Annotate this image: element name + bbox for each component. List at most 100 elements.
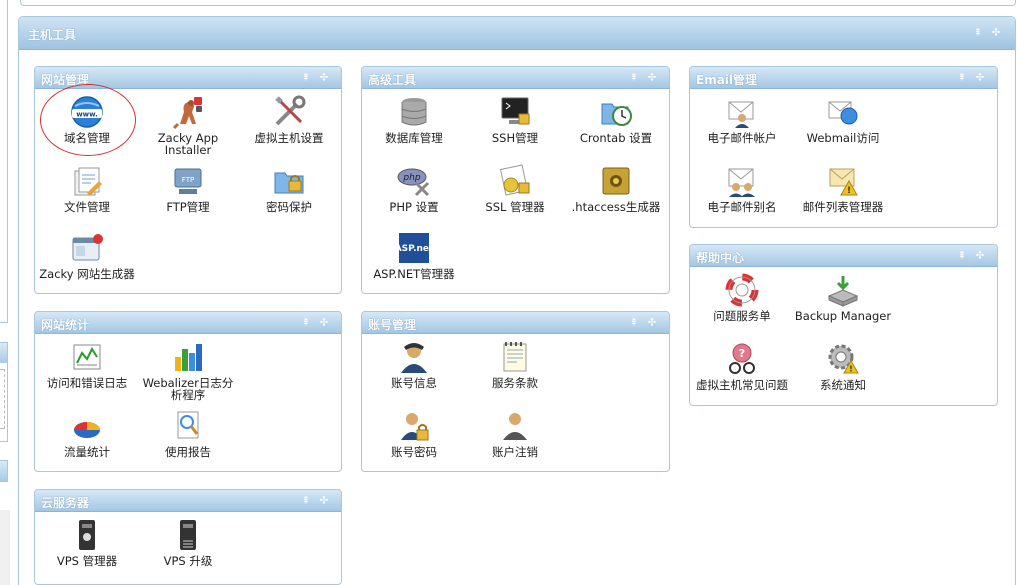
svg-text:php: php xyxy=(402,173,420,183)
item-label: Crontab 设置 xyxy=(579,131,653,145)
access-error-logs-button[interactable]: 访问和错误日志 xyxy=(36,339,138,389)
move-icon[interactable]: ✣ xyxy=(317,317,331,328)
htaccess-generator-button[interactable]: .htaccess生成器 xyxy=(565,163,667,213)
zacky-app-installer-button[interactable]: Zacky App Installer xyxy=(137,94,239,156)
move-icon[interactable]: ✣ xyxy=(973,72,987,83)
item-label: SSH管理 xyxy=(491,131,539,145)
vps-manager-button[interactable]: VPS 管理器 xyxy=(36,517,138,567)
ssl-manager-button[interactable]: SSL 管理器 xyxy=(464,163,566,213)
email-accounts-button[interactable]: 电子邮件帐户 xyxy=(691,94,793,144)
account-password-button[interactable]: 账号密码 xyxy=(363,408,465,458)
panel-advanced-tools: 高级工具 ⇞ ✣ 数据库管理 SSH管理 Crontab 设置 php PHP … xyxy=(361,66,670,294)
safe-icon xyxy=(602,167,630,195)
account-info-button[interactable]: 账号信息 xyxy=(363,339,465,389)
vps-server-icon xyxy=(79,520,95,550)
ssh-management-button[interactable]: SSH管理 xyxy=(464,94,566,144)
logs-chart-icon xyxy=(73,344,101,370)
mailing-list-manager-button[interactable]: ! 邮件列表管理器 xyxy=(792,163,894,213)
item-label: .htaccess生成器 xyxy=(571,200,661,214)
host-tools-header: 主机工具 ⇞ ✣ xyxy=(19,17,1015,50)
item-label: 问题服务单 xyxy=(713,309,771,323)
move-icon[interactable]: ✣ xyxy=(989,28,1003,39)
account-cancel-button[interactable]: 账户注销 xyxy=(464,408,566,458)
kangaroo-icon xyxy=(172,97,202,130)
webalizer-button[interactable]: Webalizer日志分析程序 xyxy=(137,339,239,401)
collapse-icon[interactable]: ⇞ xyxy=(627,72,641,83)
database-icon xyxy=(401,98,427,126)
item-label: 流量统计 xyxy=(64,445,110,459)
aspnet-badge: ASP.net xyxy=(396,244,432,254)
item-label: FTP管理 xyxy=(166,200,210,214)
collapse-icon[interactable]: ⇞ xyxy=(299,72,313,83)
host-settings-button[interactable]: 虚拟主机设置 xyxy=(238,94,340,144)
system-notice-button[interactable]: ! 系统通知 xyxy=(792,341,894,391)
aspnet-manager-button[interactable]: ASP.net ASP.NET管理器 xyxy=(363,230,465,280)
move-icon[interactable]: ✣ xyxy=(645,317,659,328)
item-label: 密码保护 xyxy=(266,200,312,214)
panel-title: Email管理 xyxy=(696,73,758,87)
item-label: Webmail访问 xyxy=(806,131,880,145)
left-panel-edge xyxy=(0,460,8,482)
aspnet-icon: ASP.net xyxy=(396,233,432,263)
panel-header[interactable]: 账号管理 ⇞ ✣ xyxy=(362,312,669,334)
vps-upgrade-button[interactable]: VPS 升级 xyxy=(137,517,239,567)
item-label: Webalizer日志分析程序 xyxy=(142,376,234,402)
collapse-icon[interactable]: ⇞ xyxy=(627,317,641,328)
item-label: 访问和错误日志 xyxy=(46,376,128,390)
panel-account-management: 账号管理 ⇞ ✣ 账号信息 服务条款 账号密码 账户注销 xyxy=(361,311,670,472)
item-label: 数据库管理 xyxy=(385,131,443,145)
move-icon[interactable]: ✣ xyxy=(317,72,331,83)
usage-report-button[interactable]: 使用报告 xyxy=(137,408,239,458)
item-label: 使用报告 xyxy=(165,445,211,459)
webmail-access-button[interactable]: Webmail访问 xyxy=(792,94,894,144)
crontab-settings-button[interactable]: Crontab 设置 xyxy=(565,94,667,144)
item-label: VPS 升级 xyxy=(163,554,213,568)
item-label: 电子邮件帐户 xyxy=(707,131,777,145)
terms-of-service-button[interactable]: 服务条款 xyxy=(464,339,566,389)
collapse-icon[interactable]: ⇞ xyxy=(299,495,313,506)
move-icon[interactable]: ✣ xyxy=(317,495,331,506)
collapse-icon[interactable]: ⇞ xyxy=(299,317,313,328)
site-builder-button[interactable]: Zacky 网站生成器 xyxy=(36,230,138,280)
backup-manager-button[interactable]: Backup Manager xyxy=(792,272,894,322)
password-protect-button[interactable]: 密码保护 xyxy=(238,163,340,213)
ssl-cert-icon xyxy=(499,164,530,196)
item-label: 账户注销 xyxy=(492,445,538,459)
hosting-faq-button[interactable]: ? 虚拟主机常见问题 xyxy=(691,341,793,391)
faq-icon: ? xyxy=(729,343,755,374)
move-icon[interactable]: ✣ xyxy=(973,250,987,261)
item-label: Zacky 网站生成器 xyxy=(39,267,135,281)
php-settings-button[interactable]: php PHP 设置 xyxy=(363,163,465,213)
mail-user-icon xyxy=(728,101,754,128)
previous-container-edge xyxy=(20,0,1016,6)
panel-header[interactable]: Email管理 ⇞ ✣ xyxy=(690,67,997,89)
item-label: 系统通知 xyxy=(820,378,866,392)
file-management-button[interactable]: 文件管理 xyxy=(36,163,138,213)
panel-header[interactable]: 云服务器 ⇞ ✣ xyxy=(35,490,341,512)
support-ticket-button[interactable]: 问题服务单 xyxy=(691,272,793,322)
collapse-icon[interactable]: ⇞ xyxy=(955,250,969,261)
left-panel-edge xyxy=(0,342,8,442)
user-lock-icon xyxy=(401,413,429,441)
traffic-stats-button[interactable]: 流量统计 xyxy=(36,408,138,458)
mail-alias-icon xyxy=(728,168,755,197)
svg-text:!: ! xyxy=(847,186,851,196)
vps-upgrade-icon xyxy=(180,520,196,550)
move-icon[interactable]: ✣ xyxy=(645,72,659,83)
clock-icon xyxy=(601,103,632,126)
ftp-management-button[interactable]: FTP FTP管理 xyxy=(137,163,239,213)
svg-text:FTP: FTP xyxy=(182,176,194,184)
highlight-circle xyxy=(40,84,136,156)
email-alias-button[interactable]: 电子邮件别名 xyxy=(691,163,793,213)
collapse-icon[interactable]: ⇞ xyxy=(955,72,969,83)
user-info-icon xyxy=(401,343,427,373)
item-label: 虚拟主机设置 xyxy=(254,131,324,145)
collapse-icon[interactable]: ⇞ xyxy=(971,28,985,39)
panel-help-center: 帮助中心 ⇞ ✣ 问题服务单 Backup Manager ? 虚拟主机常见问题 xyxy=(689,244,998,406)
panel-header[interactable]: 帮助中心 ⇞ ✣ xyxy=(690,245,997,267)
panel-header[interactable]: 高级工具 ⇞ ✣ xyxy=(362,67,669,89)
user-logout-icon xyxy=(503,413,527,440)
panel-title: 账号管理 xyxy=(368,318,417,332)
panel-header[interactable]: 网站统计 ⇞ ✣ xyxy=(35,312,341,334)
database-management-button[interactable]: 数据库管理 xyxy=(363,94,465,144)
